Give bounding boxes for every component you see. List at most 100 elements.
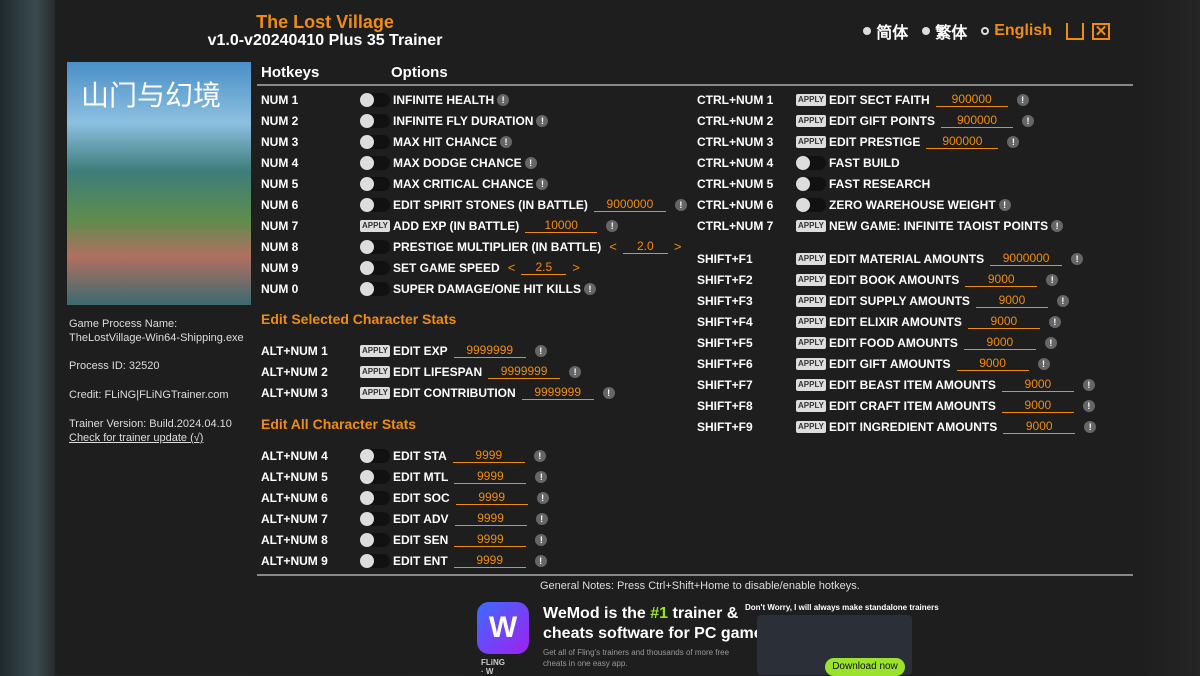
- info-icon[interactable]: !: [536, 491, 549, 504]
- info-icon[interactable]: !: [533, 449, 546, 462]
- stepper-value[interactable]: 2.0: [622, 239, 668, 254]
- toggle-switch[interactable]: [796, 176, 826, 191]
- apply-button[interactable]: APPLY: [796, 420, 826, 433]
- apply-button[interactable]: APPLY: [360, 344, 390, 357]
- toggle-switch[interactable]: [360, 553, 390, 568]
- info-icon[interactable]: !: [674, 198, 687, 211]
- value-input[interactable]: 9999: [454, 511, 527, 526]
- apply-button[interactable]: APPLY: [796, 273, 826, 286]
- value-input[interactable]: 9000000: [990, 251, 1063, 266]
- value-input[interactable]: 9000: [965, 272, 1038, 287]
- toggle-switch[interactable]: [796, 197, 826, 212]
- toggle-switch[interactable]: [360, 197, 390, 212]
- apply-button[interactable]: APPLY: [360, 365, 390, 378]
- apply-button[interactable]: APPLY: [360, 219, 390, 232]
- info-icon[interactable]: !: [535, 470, 548, 483]
- info-icon[interactable]: !: [536, 177, 549, 190]
- info-icon[interactable]: !: [1071, 252, 1084, 265]
- value-input[interactable]: 9999999: [453, 343, 526, 358]
- value-input[interactable]: 9000: [963, 335, 1036, 350]
- value-input[interactable]: 9999: [455, 490, 528, 505]
- toggle-switch[interactable]: [360, 92, 390, 107]
- apply-button[interactable]: APPLY: [796, 399, 826, 412]
- stepper-value[interactable]: 2.5: [521, 260, 567, 275]
- lang-english[interactable]: English: [981, 22, 1052, 40]
- value-input[interactable]: 9999: [452, 448, 525, 463]
- lang-traditional[interactable]: 繁体: [922, 19, 967, 43]
- toggle-switch[interactable]: [360, 155, 390, 170]
- info-icon[interactable]: !: [534, 554, 547, 567]
- decrease-arrow-icon[interactable]: <: [508, 260, 516, 275]
- value-input[interactable]: 9999999: [521, 385, 594, 400]
- apply-button[interactable]: APPLY: [796, 135, 826, 148]
- value-input[interactable]: 900000: [941, 113, 1014, 128]
- download-now-button[interactable]: Download now: [825, 658, 905, 676]
- info-icon[interactable]: !: [1022, 114, 1035, 127]
- value-input[interactable]: 9000: [1003, 419, 1076, 434]
- info-icon[interactable]: !: [569, 365, 582, 378]
- info-icon[interactable]: !: [1037, 357, 1050, 370]
- info-icon[interactable]: !: [1044, 336, 1057, 349]
- increase-arrow-icon[interactable]: >: [572, 260, 580, 275]
- apply-button[interactable]: APPLY: [796, 114, 826, 127]
- toggle-switch[interactable]: [360, 448, 390, 463]
- info-icon[interactable]: !: [535, 512, 548, 525]
- toggle-switch[interactable]: [360, 532, 390, 547]
- info-icon[interactable]: !: [534, 344, 547, 357]
- info-icon[interactable]: !: [1016, 93, 1029, 106]
- info-icon[interactable]: !: [1051, 219, 1064, 232]
- toggle-switch[interactable]: [360, 281, 390, 296]
- value-input[interactable]: 9000000: [593, 197, 666, 212]
- lang-simplified[interactable]: 简体: [863, 19, 908, 43]
- value-input[interactable]: 900000: [926, 134, 999, 149]
- minimize-icon[interactable]: [1066, 22, 1084, 40]
- info-icon[interactable]: !: [524, 156, 537, 169]
- toggle-switch[interactable]: [360, 134, 390, 149]
- info-icon[interactable]: !: [1046, 273, 1059, 286]
- apply-button[interactable]: APPLY: [796, 93, 826, 106]
- apply-button[interactable]: APPLY: [796, 294, 826, 307]
- info-icon[interactable]: !: [606, 219, 619, 232]
- value-input[interactable]: 9000: [975, 293, 1048, 308]
- value-input[interactable]: 9000: [1001, 377, 1074, 392]
- info-icon[interactable]: !: [500, 135, 512, 148]
- info-icon[interactable]: !: [998, 198, 1011, 211]
- toggle-switch[interactable]: [360, 490, 390, 505]
- value-input[interactable]: 9999999: [488, 364, 561, 379]
- apply-button[interactable]: APPLY: [796, 315, 826, 328]
- value-input[interactable]: 10000: [525, 218, 598, 233]
- toggle-switch[interactable]: [360, 469, 390, 484]
- toggle-switch[interactable]: [360, 113, 390, 128]
- apply-button[interactable]: APPLY: [796, 336, 826, 349]
- close-icon[interactable]: ✕: [1092, 22, 1110, 40]
- value-input[interactable]: 9000: [1001, 398, 1074, 413]
- apply-button[interactable]: APPLY: [796, 252, 826, 265]
- info-icon[interactable]: !: [1082, 399, 1095, 412]
- value-input[interactable]: 9000: [956, 356, 1029, 371]
- info-icon[interactable]: !: [584, 282, 597, 295]
- toggle-switch[interactable]: [360, 260, 390, 275]
- toggle-switch[interactable]: [360, 176, 390, 191]
- toggle-switch[interactable]: [360, 511, 390, 526]
- info-icon[interactable]: !: [536, 114, 549, 127]
- info-icon[interactable]: !: [1056, 294, 1069, 307]
- info-icon[interactable]: !: [1084, 420, 1097, 433]
- info-icon[interactable]: !: [602, 386, 615, 399]
- info-icon[interactable]: !: [1007, 135, 1020, 148]
- apply-button[interactable]: APPLY: [796, 378, 826, 391]
- value-input[interactable]: 9999: [454, 469, 527, 484]
- value-input[interactable]: 9999: [454, 532, 527, 547]
- apply-button[interactable]: APPLY: [796, 219, 826, 232]
- value-input[interactable]: 900000: [935, 92, 1008, 107]
- info-icon[interactable]: !: [1048, 315, 1061, 328]
- info-icon[interactable]: !: [497, 93, 510, 106]
- info-icon[interactable]: !: [1082, 378, 1095, 391]
- decrease-arrow-icon[interactable]: <: [609, 239, 617, 254]
- increase-arrow-icon[interactable]: >: [674, 239, 682, 254]
- toggle-switch[interactable]: [796, 155, 826, 170]
- value-input[interactable]: 9000: [967, 314, 1040, 329]
- apply-button[interactable]: APPLY: [796, 357, 826, 370]
- apply-button[interactable]: APPLY: [360, 386, 390, 399]
- info-icon[interactable]: !: [535, 533, 548, 546]
- check-update-link[interactable]: Check for trainer update (√): [69, 431, 232, 445]
